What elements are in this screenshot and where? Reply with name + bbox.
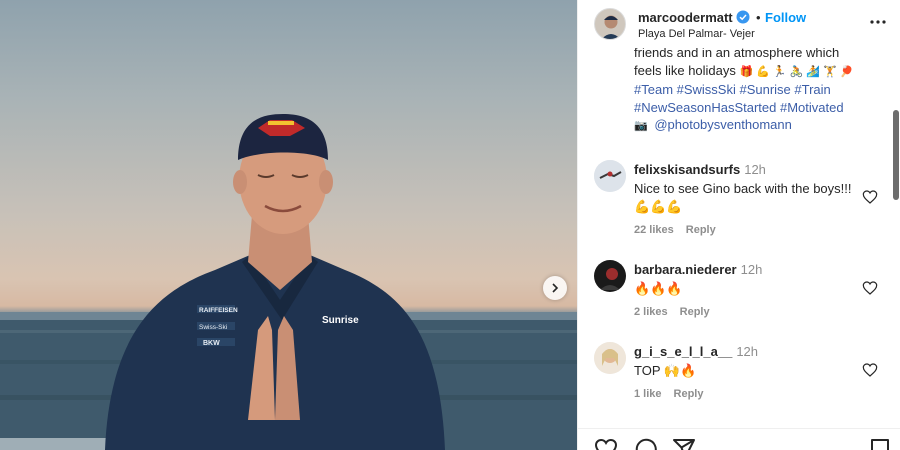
commenter-avatar-image bbox=[594, 160, 626, 192]
weightlifter-emoji: 🏋 bbox=[823, 65, 837, 78]
heart-icon[interactable] bbox=[594, 437, 618, 450]
verified-badge-icon bbox=[736, 10, 750, 24]
runner-emoji: 🏃 bbox=[772, 65, 787, 78]
author-avatar[interactable] bbox=[594, 8, 626, 40]
comment-icon[interactable] bbox=[634, 437, 658, 450]
scrollbar-thumb[interactable] bbox=[893, 110, 899, 200]
caption-text: feels like holidays bbox=[634, 62, 736, 78]
comment-likes[interactable]: 22 likes bbox=[634, 224, 674, 236]
heart-icon[interactable] bbox=[862, 362, 878, 378]
commenter-username[interactable]: barbara.niederer bbox=[634, 262, 737, 277]
post-photo[interactable]: RAIFFEISEN Swiss-Ski BKW Sunrise bbox=[0, 0, 577, 450]
reply-button[interactable]: Reply bbox=[674, 388, 704, 400]
comment-text: 🔥🔥🔥 bbox=[634, 281, 683, 296]
comment-time: 12h bbox=[740, 262, 763, 277]
more-options-icon bbox=[870, 20, 886, 24]
cyclist-emoji: 🚴 bbox=[789, 65, 804, 78]
commenter-username[interactable]: felixskisandsurfs bbox=[634, 162, 740, 177]
reply-button[interactable]: Reply bbox=[686, 224, 716, 236]
post-header: marcoodermatt • Follow Playa Del Palmar-… bbox=[578, 0, 900, 48]
jacket-logo-bkw: BKW bbox=[203, 340, 220, 347]
chevron-right-icon bbox=[552, 283, 559, 293]
heart-icon[interactable] bbox=[862, 280, 878, 296]
caption-line: feels like holidays 🎁 💪 🏃 🚴 🏄 🏋 🏓 bbox=[634, 62, 884, 82]
comment-likes[interactable]: 2 likes bbox=[634, 306, 668, 318]
post-side-panel: marcoodermatt • Follow Playa Del Palmar-… bbox=[577, 0, 900, 450]
author-username[interactable]: marcoodermatt bbox=[638, 10, 733, 25]
next-photo-button[interactable] bbox=[543, 276, 567, 300]
flexed-biceps-emoji: 💪 bbox=[756, 65, 770, 78]
follow-button[interactable]: Follow bbox=[765, 10, 806, 25]
caption-hashtags[interactable]: #Team #SwissSki #Sunrise #Train bbox=[634, 81, 884, 99]
more-options-button[interactable] bbox=[868, 12, 888, 32]
comments-scroll-area[interactable]: friends and in an atmosphere which feels… bbox=[578, 48, 896, 428]
commenter-avatar[interactable] bbox=[594, 160, 626, 192]
post-location[interactable]: Playa Del Palmar- Vejer bbox=[638, 28, 755, 40]
commenter-avatar[interactable] bbox=[594, 260, 626, 292]
post-action-bar bbox=[578, 428, 900, 450]
author-avatar-image bbox=[595, 9, 625, 39]
ping-pong-emoji: 🏓 bbox=[839, 65, 854, 78]
surfer-emoji: 🏄 bbox=[806, 65, 821, 78]
comment-likes[interactable]: 1 like bbox=[634, 388, 662, 400]
caption-hashtags[interactable]: #NewSeasonHasStarted #Motivated bbox=[634, 99, 884, 117]
share-icon[interactable] bbox=[672, 437, 696, 450]
commenter-username[interactable]: g_i_s_e_l_l_a__ bbox=[634, 344, 732, 359]
gift-emoji: 🎁 bbox=[739, 65, 754, 78]
commenter-avatar-image bbox=[594, 342, 626, 374]
bookmark-icon[interactable] bbox=[868, 437, 892, 450]
comment-text: Nice to see Gino back with the boys!!! 💪… bbox=[634, 181, 852, 214]
jacket-brand-sunrise: Sunrise bbox=[322, 315, 359, 326]
comment-time: 12h bbox=[736, 344, 759, 359]
post-caption: friends and in an atmosphere which feels… bbox=[634, 48, 884, 136]
heart-icon[interactable] bbox=[862, 189, 878, 205]
photo-credit-mention[interactable]: @photobysventhomann bbox=[654, 117, 792, 132]
reply-button[interactable]: Reply bbox=[680, 306, 710, 318]
commenter-avatar-image bbox=[594, 260, 626, 292]
caption-line: friends and in an atmosphere which bbox=[634, 48, 840, 60]
athlete-photo-illustration: RAIFFEISEN Swiss-Ski BKW Sunrise bbox=[0, 114, 577, 450]
comments-scrollbar[interactable] bbox=[893, 48, 899, 428]
commenter-avatar[interactable] bbox=[594, 342, 626, 374]
camera-emoji: 📷 bbox=[634, 120, 648, 132]
comment-text: TOP 🙌🔥 bbox=[634, 363, 697, 378]
jacket-logo-raiffeisen: RAIFFEISEN bbox=[199, 307, 238, 314]
header-separator: • bbox=[756, 10, 761, 25]
comment-time: 12h bbox=[744, 162, 766, 177]
jacket-logo-swissski: Swiss-Ski bbox=[199, 324, 227, 331]
